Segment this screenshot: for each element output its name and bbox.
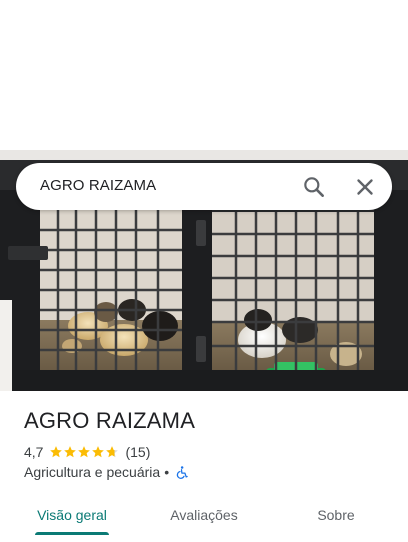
place-tabs: Visão geral Avaliações Sobre: [0, 494, 408, 542]
active-tab-indicator: [35, 532, 109, 535]
close-icon[interactable]: [352, 174, 378, 200]
star-icon: [106, 446, 119, 458]
tab-overview[interactable]: Visão geral: [27, 494, 117, 536]
tab-about[interactable]: Sobre: [302, 494, 370, 536]
tab-reviews[interactable]: Avaliações: [160, 494, 248, 536]
rating-value: 4,7: [24, 444, 44, 460]
separator-dot: •: [164, 464, 170, 480]
tab-reviews-label: Avaliações: [170, 507, 238, 523]
search-bar[interactable]: AGRO RAIZAMA: [16, 163, 392, 210]
wheelchair-icon: [174, 465, 189, 480]
search-query-text[interactable]: AGRO RAIZAMA: [40, 177, 156, 194]
place-page: AGRO RAIZAMA AGRO RAIZAMA 4,7 (15) Agric…: [0, 0, 408, 542]
star-icon: [50, 446, 63, 458]
category-label: Agricultura e pecuária: [24, 464, 161, 480]
tab-about-label: Sobre: [317, 507, 355, 523]
rating-stars: [49, 445, 119, 459]
star-icon: [78, 446, 91, 458]
rating-row[interactable]: 4,7 (15): [24, 443, 150, 461]
search-icon[interactable]: [301, 174, 327, 200]
star-icon: [92, 446, 105, 458]
star-icon: [64, 446, 77, 458]
map-blank-area: [0, 0, 408, 150]
tab-overview-label: Visão geral: [37, 507, 107, 523]
category-row: Agricultura e pecuária •: [24, 463, 189, 481]
review-count[interactable]: (15): [125, 444, 150, 460]
place-title: AGRO RAIZAMA: [24, 408, 196, 433]
